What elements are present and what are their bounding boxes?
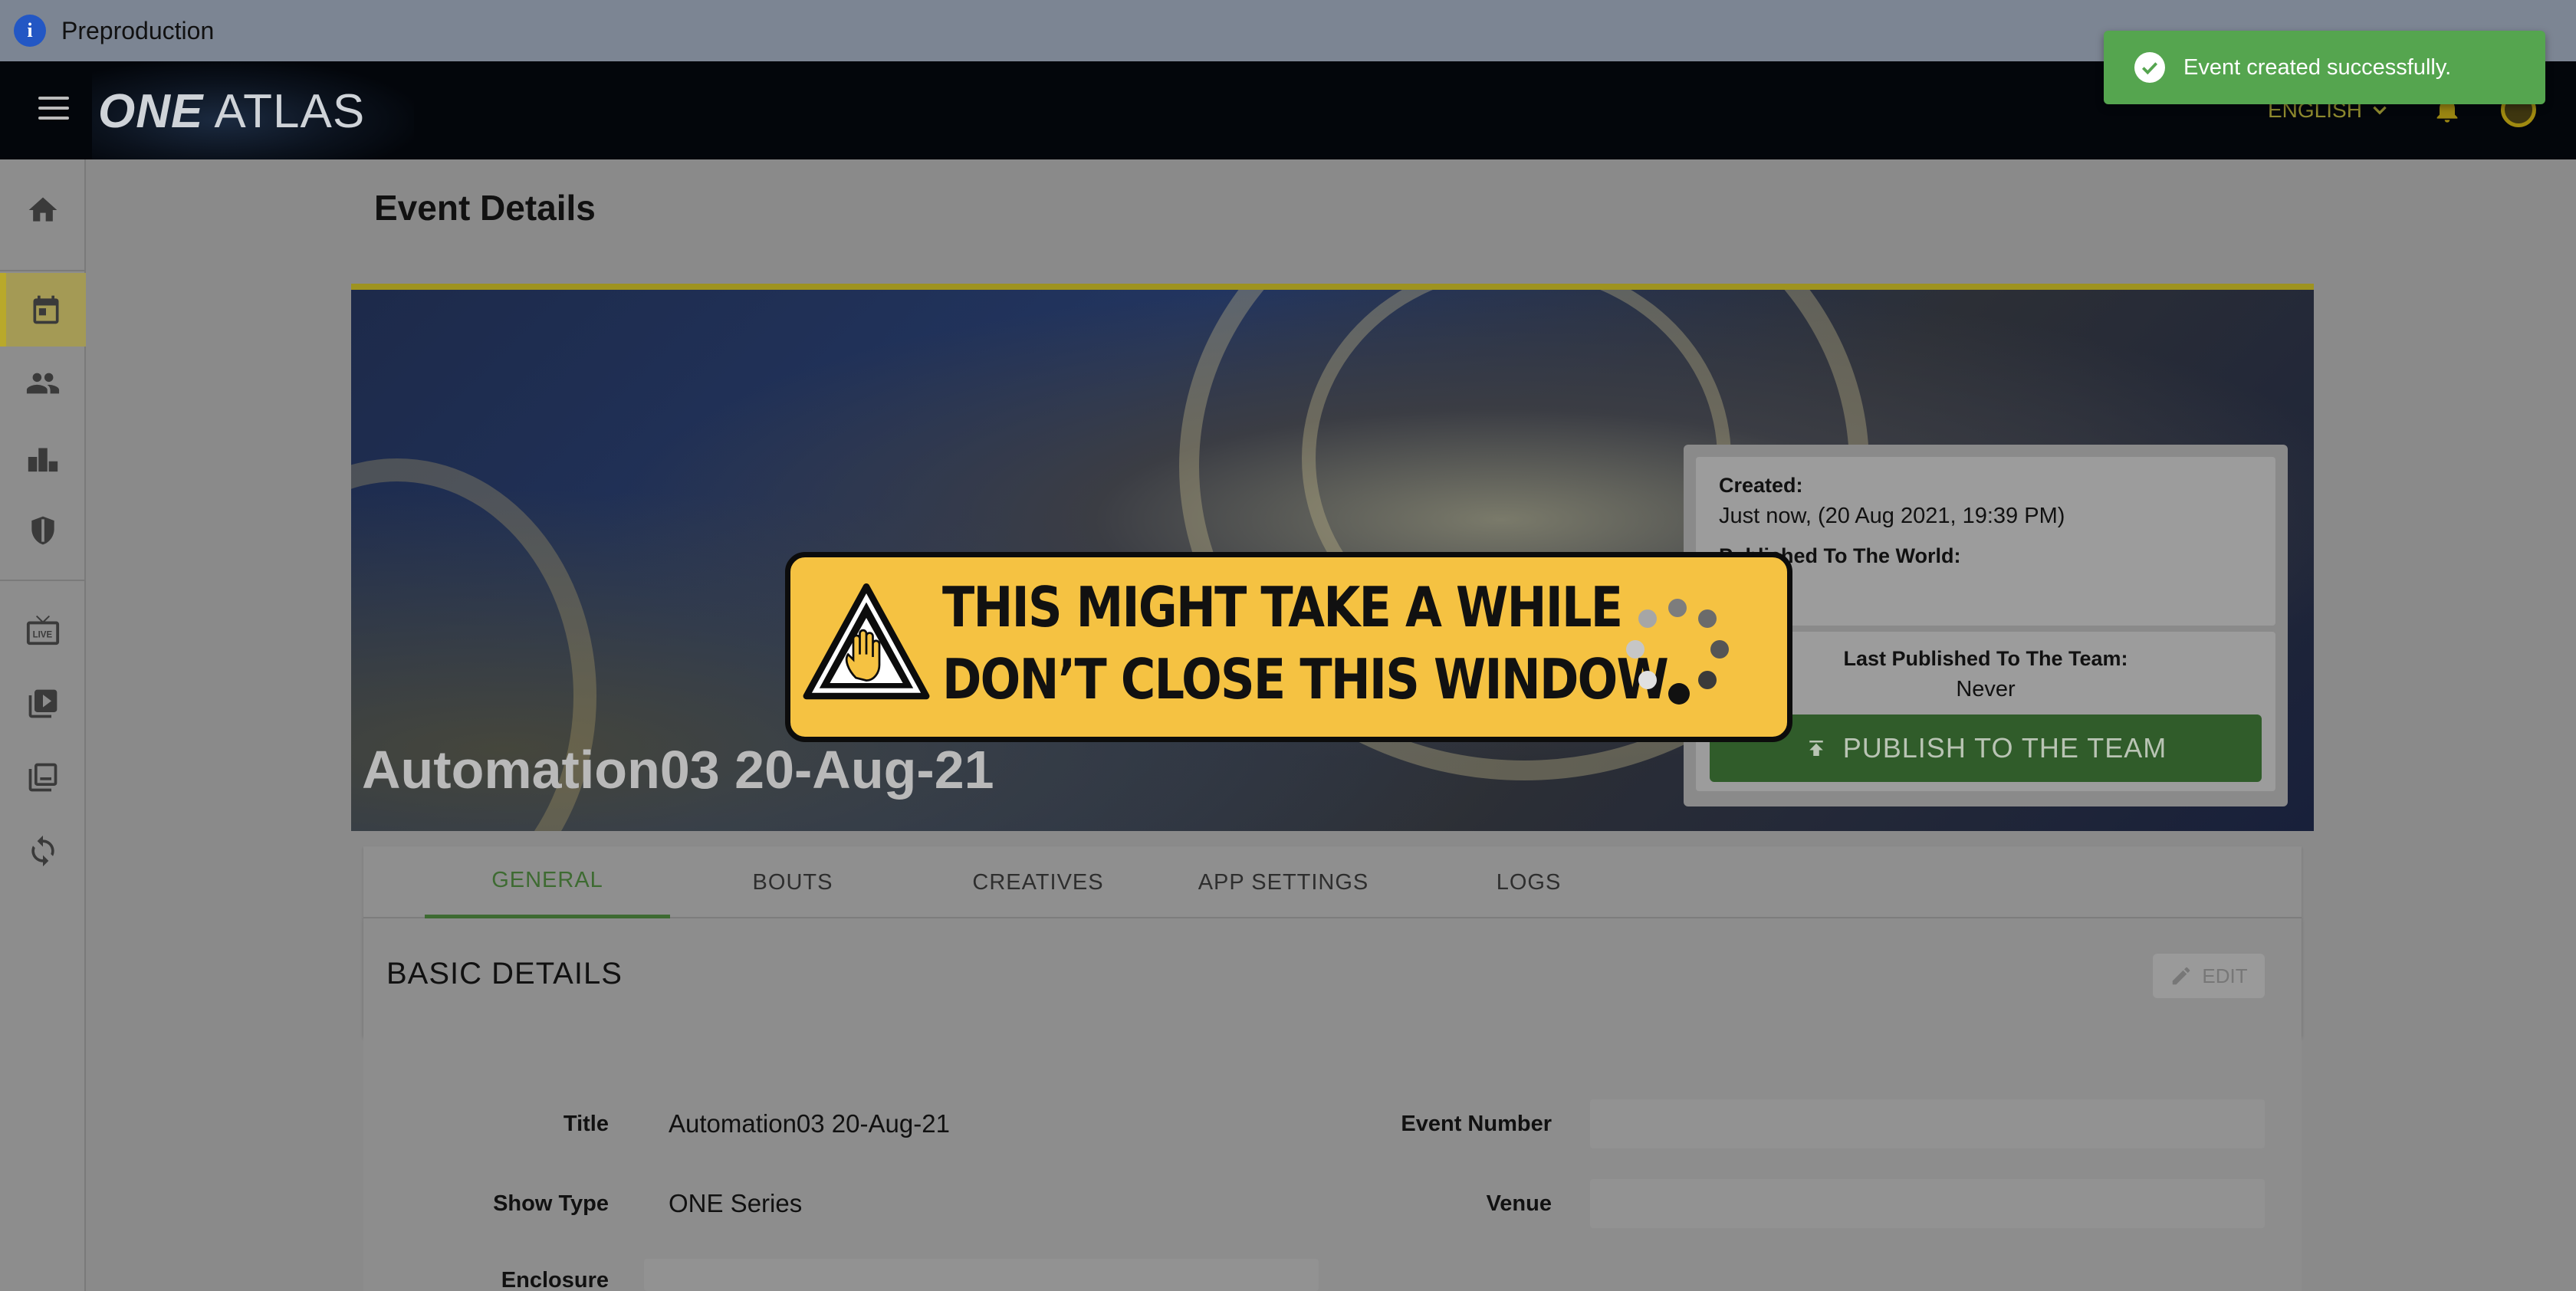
loading-spinner bbox=[1626, 599, 1729, 705]
created-value: Just now, (20 Aug 2021, 19:39 PM) bbox=[1719, 504, 2065, 528]
info-icon: i bbox=[14, 15, 46, 47]
tab-bouts[interactable]: BOUTS bbox=[670, 846, 915, 918]
sidebar-item-live[interactable]: LIVE bbox=[0, 593, 86, 667]
event-number-label: Event Number bbox=[1401, 1112, 1552, 1136]
shield-icon bbox=[31, 516, 54, 545]
sidebar-item-events[interactable] bbox=[0, 273, 86, 347]
upload-icon bbox=[1809, 741, 1823, 756]
page-title: Event Details bbox=[374, 188, 596, 228]
event-name: Automation03 20-Aug-21 bbox=[362, 740, 994, 800]
svg-text:LIVE: LIVE bbox=[33, 631, 53, 640]
publish-to-team-button[interactable]: PUBLISH TO THE TEAM bbox=[1710, 714, 2262, 782]
loader-line-1: THIS MIGHT TAKE A WHILE bbox=[942, 575, 1623, 639]
last-published-team-label: Last Published To The Team: bbox=[1843, 647, 2128, 670]
sidebar-divider bbox=[0, 580, 86, 581]
check-circle-icon bbox=[2134, 52, 2165, 83]
basic-details-title: BASIC DETAILS bbox=[386, 957, 623, 990]
last-published-team-value: Never bbox=[1956, 677, 2016, 701]
sidebar-divider bbox=[0, 270, 86, 271]
sidebar-item-rankings[interactable] bbox=[0, 420, 86, 494]
title-label: Title bbox=[563, 1112, 609, 1136]
sidebar-item-collections[interactable] bbox=[0, 741, 86, 814]
enclosure-label: Enclosure bbox=[501, 1268, 609, 1291]
venue-field[interactable] bbox=[1590, 1179, 2265, 1228]
venue-label: Venue bbox=[1486, 1191, 1552, 1216]
edit-button[interactable]: EDIT bbox=[2153, 954, 2265, 998]
pencil-icon bbox=[2173, 967, 2190, 985]
toast-message: Event created successfully. bbox=[2183, 54, 2452, 80]
sync-icon bbox=[31, 835, 54, 867]
title-value: Automation03 20-Aug-21 bbox=[669, 1109, 950, 1138]
collections-icon bbox=[28, 763, 58, 792]
sidebar-item-home[interactable] bbox=[0, 173, 86, 247]
menu-icon[interactable] bbox=[38, 97, 69, 123]
loader-message: THIS MIGHT TAKE A WHILE DON’T CLOSE THIS… bbox=[942, 571, 1669, 715]
calendar-icon bbox=[33, 295, 59, 324]
video-library-icon bbox=[28, 689, 58, 718]
stop-hand-icon bbox=[803, 583, 930, 700]
loading-dialog: THIS MIGHT TAKE A WHILE DON’T CLOSE THIS… bbox=[785, 552, 1792, 742]
tab-creatives[interactable]: CREATIVES bbox=[915, 846, 1161, 918]
sidebar-item-videos[interactable] bbox=[0, 667, 86, 741]
basic-details-card: BASIC DETAILS EDIT bbox=[363, 918, 2302, 1036]
podium-icon bbox=[28, 448, 58, 472]
tab-bar: GENERAL BOUTS CREATIVES APP SETTINGS LOG… bbox=[363, 846, 2302, 918]
tab-app-settings[interactable]: APP SETTINGS bbox=[1161, 846, 1406, 918]
people-icon bbox=[26, 373, 60, 394]
published-world-label: Published To The World: bbox=[1719, 544, 1961, 567]
tab-general[interactable]: GENERAL bbox=[425, 846, 670, 918]
sidebar-item-teams[interactable] bbox=[0, 494, 86, 567]
app-logo[interactable]: ONE ATLAS bbox=[98, 84, 365, 139]
enclosure-field[interactable] bbox=[644, 1259, 1319, 1291]
home-icon bbox=[28, 197, 58, 222]
publish-button-label: PUBLISH TO THE TEAM bbox=[1842, 732, 2167, 764]
event-number-field[interactable] bbox=[1590, 1099, 2265, 1148]
live-tv-icon: LIVE bbox=[26, 615, 60, 646]
sidebar-item-athletes[interactable] bbox=[0, 347, 86, 420]
sidebar-item-sync[interactable] bbox=[0, 814, 86, 888]
show-type-label: Show Type bbox=[493, 1191, 609, 1216]
success-toast: Event created successfully. bbox=[2104, 31, 2545, 104]
tab-logs[interactable]: LOGS bbox=[1406, 846, 1651, 918]
created-label: Created: bbox=[1719, 474, 1803, 497]
environment-label: Preproduction bbox=[61, 16, 215, 44]
edit-label: EDIT bbox=[2202, 964, 2248, 987]
show-type-value: ONE Series bbox=[669, 1189, 803, 1217]
sidebar: LIVE bbox=[0, 159, 86, 1291]
basic-details-form: Title Automation03 20-Aug-21 Show Type O… bbox=[363, 1036, 2302, 1291]
loader-line-2: DON’T CLOSE THIS WINDOW bbox=[942, 647, 1669, 711]
